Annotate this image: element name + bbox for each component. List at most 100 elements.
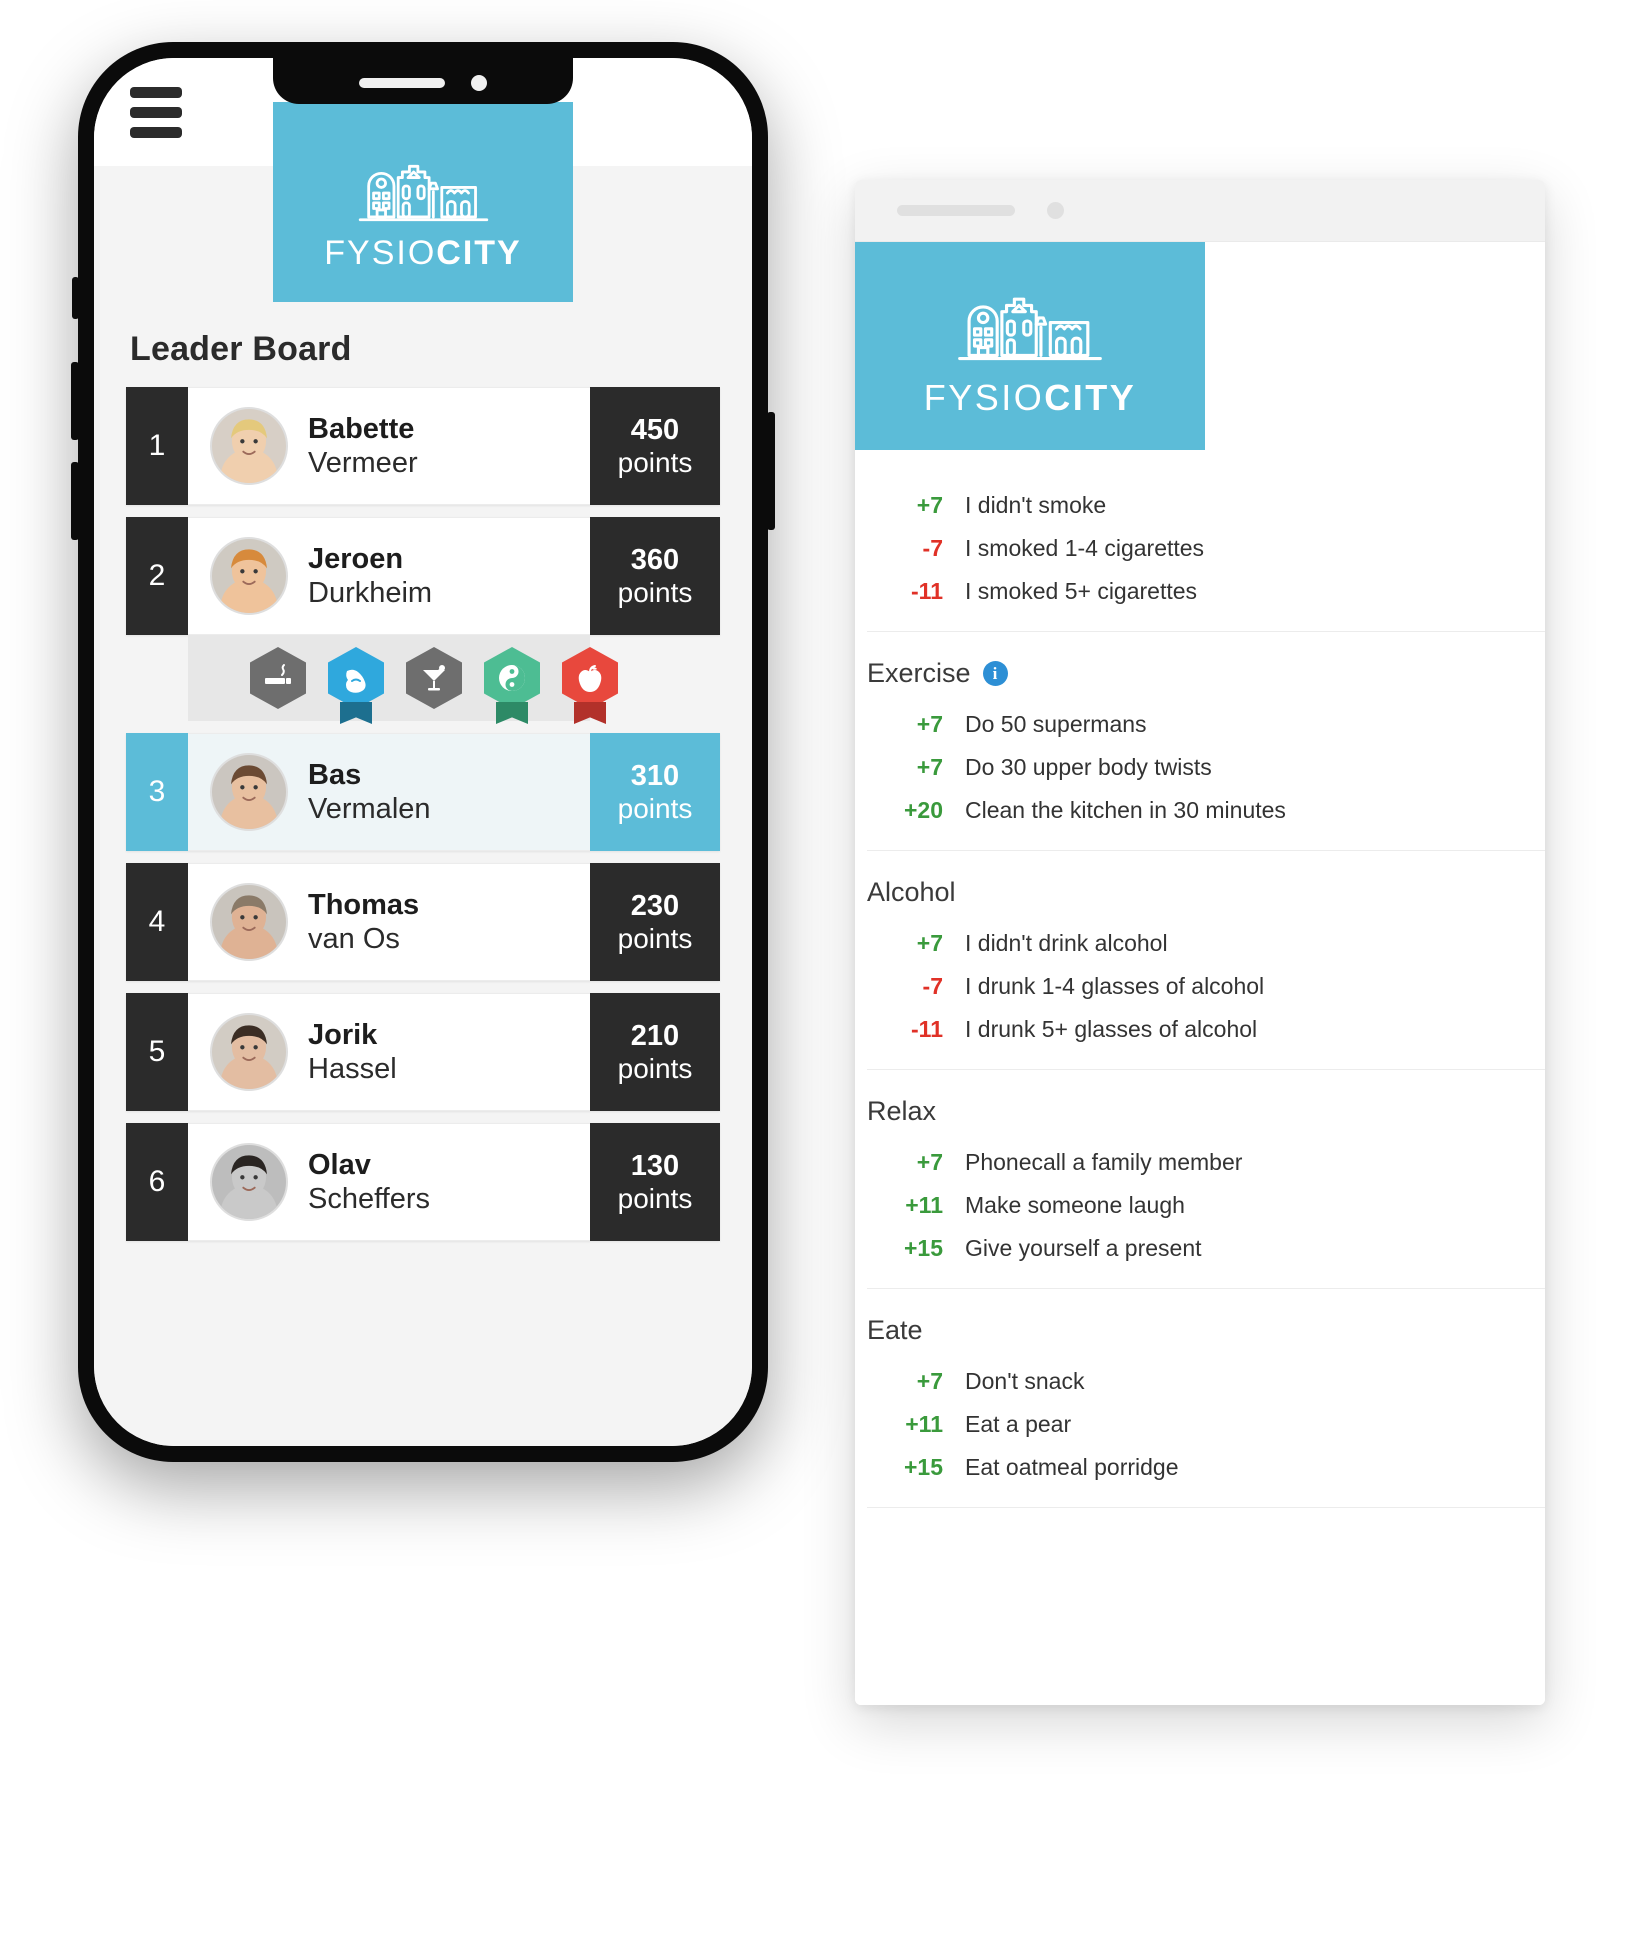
yin-yang-badge[interactable]	[484, 647, 540, 724]
points-unit: points	[617, 922, 693, 954]
section-title: Eate	[855, 1289, 1545, 1360]
rank-number: 4	[126, 863, 188, 981]
points-value: +7	[916, 711, 943, 737]
rank-number: 1	[126, 387, 188, 505]
player-name: Babette Vermeer	[308, 412, 418, 480]
points-value: +20	[903, 797, 943, 823]
points-rule-row[interactable]: +7 I didn't smoke	[855, 484, 1545, 527]
points-value: 210	[630, 1020, 680, 1053]
leaderboard-row-5[interactable]: 5 Jorik Hassel 210 points	[126, 993, 720, 1111]
player-last-name: Hassel	[308, 1053, 397, 1085]
points-label: Don't snack	[965, 1368, 1085, 1394]
muscle-badge-hex	[328, 647, 384, 709]
phone-mute-switch[interactable]	[72, 277, 79, 319]
points-label: I smoked 5+ cigarettes	[965, 578, 1198, 604]
phone-power-button[interactable]	[767, 412, 775, 530]
points-value: +7	[916, 492, 943, 518]
player-last-name: Durkheim	[308, 577, 433, 609]
leaderboard-row-6[interactable]: 6 Olav Scheffers 130 points	[126, 1123, 720, 1241]
avatar	[210, 407, 288, 485]
points-value: 450	[630, 414, 680, 447]
section-title-label: Relax	[867, 1096, 937, 1126]
brand-name-part2: CITY	[436, 234, 522, 272]
points-value: -7	[922, 535, 943, 561]
points-label: Do 50 supermans	[965, 711, 1147, 737]
points-rule-row[interactable]: +20 Clean the kitchen in 30 minutes	[855, 789, 1545, 832]
points-section-eate: Eate +7 Don't snack +11 Eat a pear +15 E…	[855, 1289, 1545, 1508]
points-section-smoke: +7 I didn't smoke -7 I smoked 1-4 cigare…	[855, 450, 1545, 632]
player-name: Thomas van Os	[308, 888, 419, 956]
apple-badge-ribbon	[574, 702, 606, 724]
points-rule-row[interactable]: -11 I smoked 5+ cigarettes	[855, 570, 1545, 613]
points-rule-row[interactable]: +7 Don't snack	[855, 1360, 1545, 1403]
points-rule-row[interactable]: +7 Do 50 supermans	[855, 703, 1545, 746]
points-rule-row[interactable]: -11 I drunk 5+ glasses of alcohol	[855, 1008, 1545, 1051]
avatar-olav	[212, 1145, 286, 1219]
leaderboard-list: 1 Babette Vermeer 450 points 2 Jeroen Du…	[126, 387, 720, 1241]
points-rule-row[interactable]: +15 Eat oatmeal porridge	[855, 1446, 1545, 1489]
rank-number: 3	[126, 733, 188, 851]
player-points: 310 points	[590, 733, 720, 851]
player-info: Babette Vermeer	[188, 387, 590, 505]
leaderboard-row-4[interactable]: 4 Thomas van Os 230 points	[126, 863, 720, 981]
player-points: 360 points	[590, 517, 720, 635]
points-label: Make someone laugh	[965, 1192, 1185, 1218]
section-title-label: Exercise	[867, 658, 971, 688]
rank-number: 6	[126, 1123, 188, 1241]
brand-logo-primary: FYSIOCITY	[273, 102, 573, 302]
points-rule-row[interactable]: +11 Make someone laugh	[855, 1184, 1545, 1227]
avatar	[210, 537, 288, 615]
yin-yang-badge-hex	[484, 647, 540, 709]
muscle-badge[interactable]	[328, 647, 384, 724]
muscle-badge-ribbon	[340, 702, 372, 724]
points-rule-row[interactable]: +7 Do 30 upper body twists	[855, 746, 1545, 789]
points-label: I smoked 1-4 cigarettes	[965, 535, 1205, 561]
points-rule-row[interactable]: +15 Give yourself a present	[855, 1227, 1545, 1270]
chrome-menu-dot[interactable]	[1047, 202, 1064, 219]
points-rule-row[interactable]: -7 I smoked 1-4 cigarettes	[855, 527, 1545, 570]
address-bar[interactable]	[897, 205, 1015, 216]
points-rule-row[interactable]: -7 I drunk 1-4 glasses of alcohol	[855, 965, 1545, 1008]
player-name: Jeroen Durkheim	[308, 542, 432, 610]
points-value: +11	[905, 1192, 943, 1218]
section-title-label: Alcohol	[867, 877, 956, 907]
player-info: Jeroen Durkheim	[188, 517, 590, 635]
cocktail-badge[interactable]	[406, 647, 462, 709]
points-value: 360	[630, 544, 680, 577]
player-name: Olav Scheffers	[308, 1148, 430, 1216]
points-section-exercise: Exercise i +7 Do 50 supermans +7 Do 30 u…	[855, 632, 1545, 851]
player-points: 130 points	[590, 1123, 720, 1241]
phone-volume-up-button[interactable]	[71, 362, 79, 440]
section-title: Alcohol	[855, 851, 1545, 922]
player-last-name: van Os	[308, 923, 400, 955]
browser-chrome	[855, 180, 1545, 242]
points-label: Clean the kitchen in 30 minutes	[965, 797, 1286, 823]
player-points: 210 points	[590, 993, 720, 1111]
points-value: -7	[922, 973, 943, 999]
apple-badge[interactable]	[562, 647, 618, 724]
canal-houses-icon	[358, 164, 488, 222]
points-value: +7	[916, 930, 943, 956]
leaderboard-row-2[interactable]: 2 Jeroen Durkheim 360 points	[126, 517, 720, 635]
info-icon[interactable]: i	[982, 661, 1008, 686]
leaderboard-row-3[interactable]: 3 Bas Vermalen 310 points	[126, 733, 720, 851]
points-unit: points	[617, 1052, 693, 1084]
points-rule-row[interactable]: +7 Phonecall a family member	[855, 1141, 1545, 1184]
leaderboard-row-1[interactable]: 1 Babette Vermeer 450 points	[126, 387, 720, 505]
points-label: Phonecall a family member	[965, 1149, 1243, 1175]
points-rule-row[interactable]: +11 Eat a pear	[855, 1403, 1545, 1446]
points-value: +15	[903, 1235, 943, 1261]
player-info: Thomas van Os	[188, 863, 590, 981]
cigarette-badge[interactable]	[250, 647, 306, 709]
points-label: Eat oatmeal porridge	[965, 1454, 1179, 1480]
points-rule-row[interactable]: +7 I didn't drink alcohol	[855, 922, 1545, 965]
player-info: Jorik Hassel	[188, 993, 590, 1111]
player-first-name: Jeroen	[308, 542, 404, 575]
section-divider	[867, 1507, 1545, 1508]
hamburger-menu-icon[interactable]	[130, 86, 182, 138]
points-unit: points	[617, 446, 693, 478]
section-title: Relax	[855, 1070, 1545, 1141]
points-value: +7	[916, 1149, 943, 1175]
phone-volume-down-button[interactable]	[71, 462, 79, 540]
player-last-name: Scheffers	[308, 1183, 430, 1215]
